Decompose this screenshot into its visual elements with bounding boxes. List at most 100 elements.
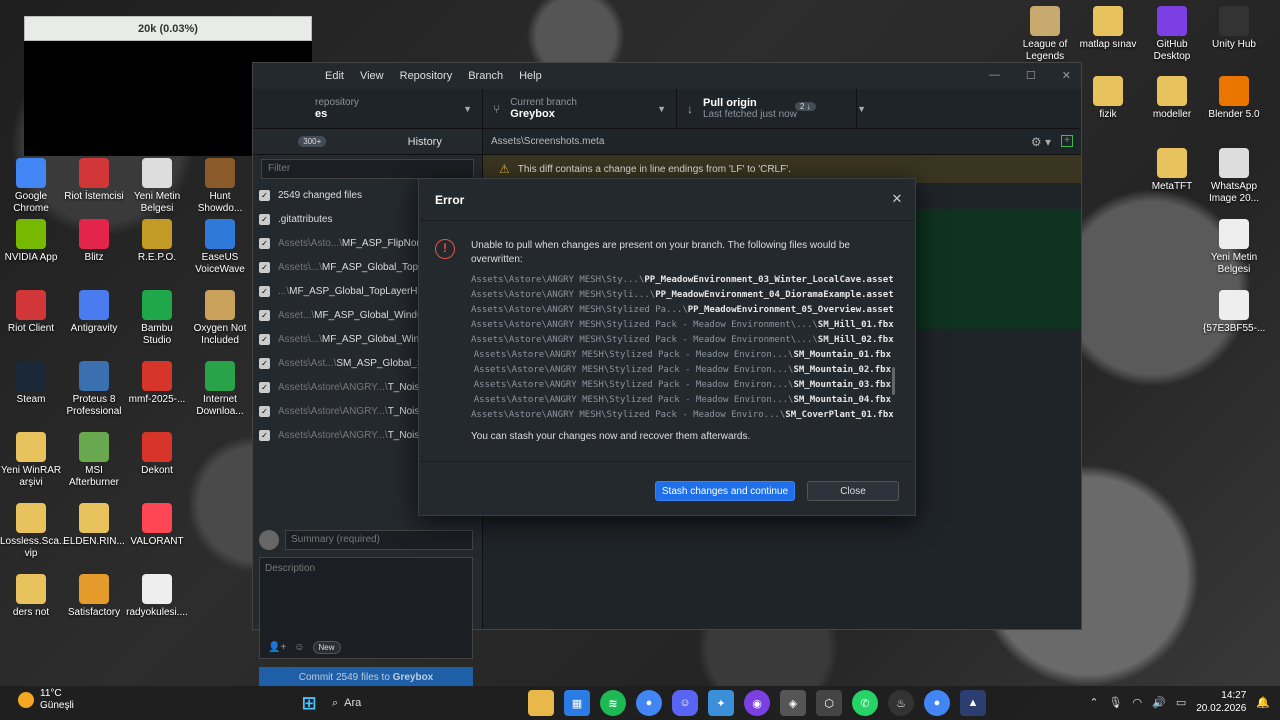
summary-input[interactable]: Summary (required) xyxy=(285,530,473,550)
desktop-icon[interactable]: fizik xyxy=(1077,76,1139,121)
desktop-icon[interactable]: Blender 5.0 xyxy=(1203,76,1265,121)
description-input[interactable]: Description 👤+ ☺ New xyxy=(259,557,473,659)
checkbox-icon[interactable]: ✓ xyxy=(259,189,270,201)
copilot-icon[interactable]: ☺ xyxy=(294,642,304,653)
close-button[interactable]: Close xyxy=(807,481,899,501)
minimize-icon[interactable]: — xyxy=(989,69,1000,82)
desktop-icon[interactable]: Internet Downloa... xyxy=(189,361,251,418)
microphone-icon[interactable]: 🎙 xyxy=(1109,696,1123,709)
desktop-icon[interactable]: Dekont xyxy=(126,432,188,477)
github-desktop-icon[interactable]: ◉ xyxy=(744,690,770,716)
desktop-icon[interactable]: EaseUS VoiceWave xyxy=(189,219,251,276)
clock[interactable]: 14:27 20.02.2026 xyxy=(1196,689,1246,715)
volume-icon[interactable]: 🔊 xyxy=(1152,696,1166,709)
desktop-icon[interactable]: Steam xyxy=(0,361,62,406)
antigravity-icon[interactable]: ▲ xyxy=(960,690,986,716)
current-repository-selector[interactable]: repository es ▼ xyxy=(253,88,483,129)
desktop-icon[interactable]: Blitz xyxy=(63,219,125,264)
desktop-icon[interactable]: Google Chrome xyxy=(0,158,62,215)
chrome-icon[interactable]: ● xyxy=(636,690,662,716)
desktop-icon[interactable]: NVIDIA App xyxy=(0,219,62,264)
desktop-icon[interactable]: Oxygen Not Included xyxy=(189,290,251,347)
menu-help[interactable]: Help xyxy=(511,70,550,82)
tab-history[interactable]: History xyxy=(368,129,483,154)
desktop-icon[interactable]: League of Legends xyxy=(1014,6,1076,63)
wifi-icon[interactable]: ◠ xyxy=(1133,696,1143,709)
desktop-icon[interactable]: Yeni Metin Belgesi xyxy=(126,158,188,215)
commit-button[interactable]: Commit 2549 files to Greybox xyxy=(259,667,473,687)
file-name: PP_MeadowEnvironment_05_Overview.asset xyxy=(687,305,894,315)
desktop-icon[interactable]: MSI Afterburner xyxy=(63,432,125,489)
checkbox-icon[interactable]: ✓ xyxy=(259,309,270,321)
desktop-icon[interactable]: radyokulesi.... xyxy=(126,574,188,619)
filter-input[interactable]: Filter xyxy=(261,159,474,179)
gear-icon[interactable]: ⚙ ▾ xyxy=(1031,135,1051,149)
chrome-icon[interactable]: ● xyxy=(924,690,950,716)
desktop-icon[interactable]: Proteus 8 Professional xyxy=(63,361,125,418)
desktop-icon[interactable]: {57E3BF55-... xyxy=(1203,290,1265,335)
desktop-icon[interactable]: Lossless.Sca... vip xyxy=(0,503,67,560)
notifications-icon[interactable]: 🔔 xyxy=(1256,696,1270,709)
checkbox-icon[interactable]: ✓ xyxy=(259,285,270,297)
branch-value: Greybox xyxy=(510,108,555,120)
expand-icon[interactable]: + xyxy=(1061,135,1073,147)
desktop-icon[interactable]: Satisfactory xyxy=(63,574,125,619)
desktop-icon[interactable]: WhatsApp Image 20... xyxy=(1203,148,1265,205)
desktop-icon[interactable]: Riot Client xyxy=(0,290,62,335)
maximize-icon[interactable]: ☐ xyxy=(1026,69,1036,82)
unity-icon[interactable]: ◈ xyxy=(780,690,806,716)
checkbox-icon[interactable]: ✓ xyxy=(259,237,270,249)
taskbar-search[interactable]: ⌕ Ara xyxy=(332,697,392,710)
weather-widget[interactable]: 11°C Güneşli xyxy=(18,688,74,712)
menu-repository[interactable]: Repository xyxy=(392,70,461,82)
current-branch-selector[interactable]: ⑂ Current branch Greybox ▼ xyxy=(483,88,677,129)
chevron-down-icon[interactable]: ▼ xyxy=(857,104,866,114)
checkbox-icon[interactable]: ✓ xyxy=(259,381,270,393)
desktop-icon[interactable]: R.E.P.O. xyxy=(126,219,188,264)
desktop-icon[interactable]: Antigravity xyxy=(63,290,125,335)
desktop-icon[interactable]: MetaTFT xyxy=(1141,148,1203,193)
discord-icon[interactable]: ☺ xyxy=(672,690,698,716)
desktop-icon[interactable]: GitHub Desktop xyxy=(1141,6,1203,63)
stash-changes-button[interactable]: Stash changes and continue xyxy=(655,481,795,501)
desktop-icon[interactable]: matlap sınav xyxy=(1077,6,1139,51)
checkbox-icon[interactable]: ✓ xyxy=(259,213,270,225)
menu-edit[interactable]: Edit xyxy=(317,70,352,82)
desktop-icon[interactable]: mmf-2025-... xyxy=(126,361,188,406)
desktop-icon[interactable]: ELDEN.RIN... xyxy=(63,503,125,548)
menu-view[interactable]: View xyxy=(352,70,392,82)
windows-start-icon[interactable]: ⊞ xyxy=(296,690,322,716)
checkbox-icon[interactable]: ✓ xyxy=(259,333,270,345)
checkbox-icon[interactable]: ✓ xyxy=(259,261,270,273)
spotify-icon[interactable]: ≋ xyxy=(600,690,626,716)
file-explorer-icon[interactable] xyxy=(528,690,554,716)
menu-branch[interactable]: Branch xyxy=(460,70,511,82)
battery-icon[interactable]: ▭ xyxy=(1176,696,1186,709)
desktop-icon[interactable]: Yeni Metin Belgesi xyxy=(1203,219,1265,276)
scrollbar[interactable] xyxy=(892,367,895,395)
steam-icon[interactable]: ♨ xyxy=(888,690,914,716)
microsoft-store-icon[interactable]: ▦ xyxy=(564,690,590,716)
desktop-icon[interactable]: modeller xyxy=(1141,76,1203,121)
close-window-icon[interactable]: ✕ xyxy=(1062,69,1071,82)
tab-changes[interactable]: 300+ xyxy=(253,129,368,154)
unity-hub-icon[interactable]: ⬡ xyxy=(816,690,842,716)
desktop-icon[interactable]: Bambu Studio xyxy=(126,290,188,347)
close-icon[interactable]: ✕ xyxy=(889,191,905,207)
desktop-icon[interactable]: VALORANT xyxy=(126,503,188,548)
add-coauthor-icon[interactable]: 👤+ xyxy=(268,642,286,653)
desktop-icon[interactable]: Unity Hub xyxy=(1203,6,1265,51)
desktop-icon[interactable]: Yeni WinRAR arşivi xyxy=(0,432,62,489)
whatsapp-icon[interactable]: ✆ xyxy=(852,690,878,716)
desktop-icon[interactable]: ders not xyxy=(0,574,62,619)
idm-icon xyxy=(205,361,235,391)
pull-origin-button[interactable]: ↓ Pull origin Last fetched just now 2 ↓ … xyxy=(677,88,866,129)
satisfactory-icon[interactable]: ✦ xyxy=(708,690,734,716)
desktop-icon[interactable]: Riot İstemcisi xyxy=(63,158,125,203)
desktop-icon[interactable]: Hunt Showdo... xyxy=(189,158,251,215)
chevron-up-icon[interactable]: ⌃ xyxy=(1089,696,1098,709)
checkbox-icon[interactable]: ✓ xyxy=(259,357,270,369)
checkbox-icon[interactable]: ✓ xyxy=(259,429,270,441)
checkbox-icon[interactable]: ✓ xyxy=(259,405,270,417)
folder-icon xyxy=(1093,76,1123,106)
